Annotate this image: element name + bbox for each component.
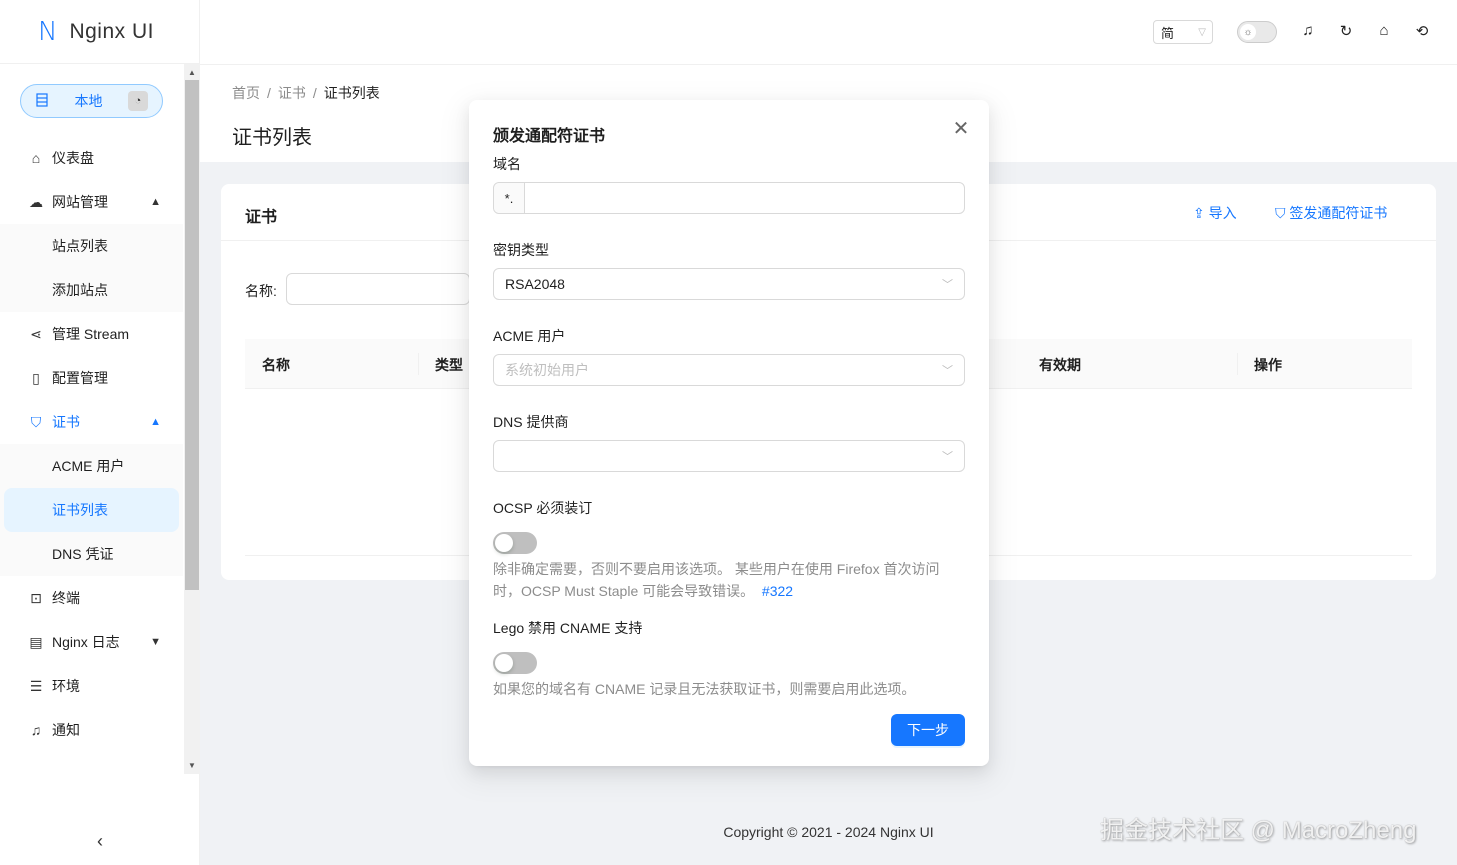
acme-user-select[interactable]: 系统初始用户 ﹀ [493, 354, 965, 386]
key-type-label: 密钥类型 [493, 242, 549, 258]
domain-label: 域名 [493, 156, 521, 172]
close-icon[interactable]: ✕ [951, 116, 971, 141]
lego-cname-switch[interactable] [493, 652, 537, 674]
key-type-value: RSA2048 [505, 276, 565, 292]
ocsp-help-text: 除非确定需要，否则不要启用该选项。 某些用户在使用 Firefox 首次访问时，… [493, 561, 940, 599]
dns-provider-label: DNS 提供商 [493, 414, 569, 430]
switch-knob [495, 654, 513, 672]
chevron-down-icon: ﹀ [942, 279, 953, 291]
domain-prefix: *. [494, 183, 525, 213]
dns-provider-select[interactable]: ﹀ [493, 440, 965, 472]
issue-322-link[interactable]: #322 [762, 583, 793, 599]
ocsp-help: 除非确定需要，否则不要启用该选项。 某些用户在使用 Firefox 首次访问时，… [493, 558, 953, 602]
issue-wildcard-modal: 颁发通配符证书 ✕ 域名 *. 密钥类型 RSA2048 ﹀ ACME 用户 系… [469, 100, 989, 766]
lego-label: Lego 禁用 CNAME 支持 [493, 620, 643, 636]
acme-user-label: ACME 用户 [493, 328, 566, 344]
modal-title: 颁发通配符证书 [493, 128, 606, 145]
domain-field[interactable]: *. [493, 182, 965, 214]
chevron-down-icon: ﹀ [942, 365, 953, 377]
lego-help: 如果您的域名有 CNAME 记录且无法获取证书，则需要启用此选项。 [493, 681, 916, 697]
key-type-select[interactable]: RSA2048 ﹀ [493, 268, 965, 300]
domain-input[interactable] [525, 183, 964, 213]
switch-knob [495, 534, 513, 552]
ocsp-switch[interactable] [493, 532, 537, 554]
ocsp-label: OCSP 必须装订 [493, 500, 593, 516]
next-button[interactable]: 下一步 [891, 714, 965, 746]
acme-user-placeholder: 系统初始用户 [505, 362, 589, 378]
chevron-down-icon: ﹀ [942, 451, 953, 463]
